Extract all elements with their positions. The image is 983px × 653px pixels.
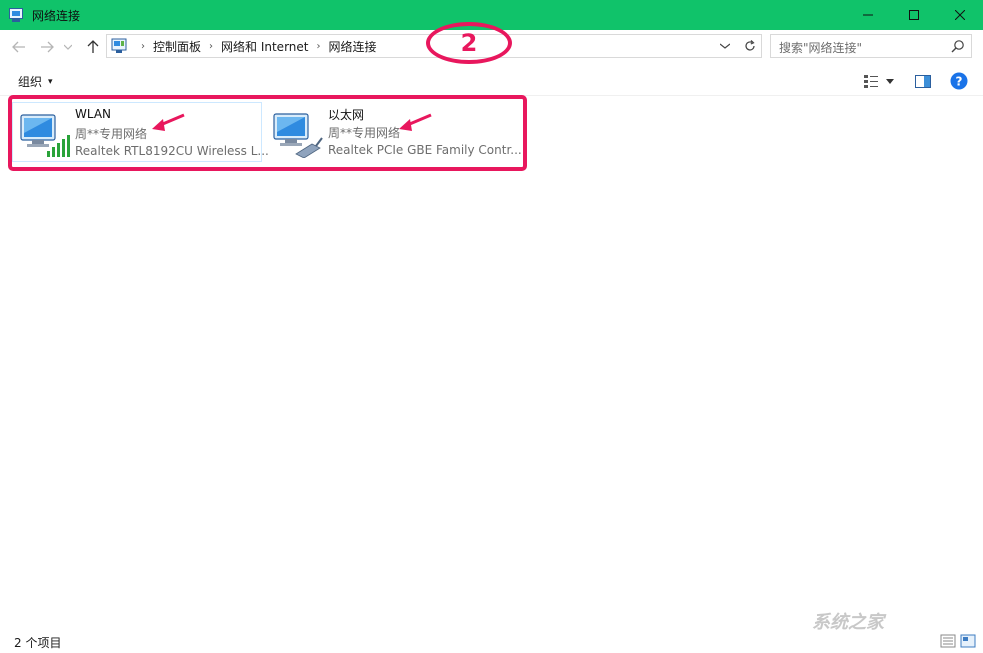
preview-pane-button[interactable] — [911, 71, 935, 91]
search-placeholder: 搜索"网络连接" — [779, 41, 863, 55]
command-toolbar: 组织 ▾ ? — [0, 66, 983, 96]
breadcrumb-separator[interactable]: › — [316, 41, 320, 52]
minimize-button[interactable] — [845, 0, 891, 30]
annotation-step-circle: 2 — [426, 22, 512, 64]
help-icon: ? — [950, 72, 968, 90]
large-icons-view-icon — [960, 634, 976, 648]
window-title: 网络连接 — [32, 8, 81, 23]
minimize-icon — [863, 14, 873, 16]
large-icons-view-button[interactable] — [960, 633, 976, 649]
chevron-down-icon — [64, 44, 72, 50]
change-view-button[interactable] — [859, 71, 883, 91]
control-panel-icon — [111, 38, 127, 54]
help-button[interactable]: ? — [947, 71, 971, 91]
recent-locations-button[interactable] — [62, 38, 74, 56]
svg-text:?: ? — [956, 75, 963, 89]
organize-label: 组织 — [18, 75, 43, 89]
forward-button[interactable] — [38, 38, 56, 56]
breadcrumb-separator: › — [141, 40, 145, 52]
refresh-button[interactable] — [738, 34, 762, 58]
caret-down-icon — [886, 78, 894, 84]
chevron-down-icon — [720, 43, 730, 49]
annotation-step-number: 2 — [460, 29, 478, 57]
close-button[interactable] — [937, 0, 983, 30]
breadcrumb-network-connections[interactable]: 网络连接 — [328, 38, 376, 55]
search-input[interactable]: 搜索"网络连接" — [770, 34, 972, 58]
annotation-arrow-icon — [152, 113, 185, 131]
connections-list: WLAN 周**专用网络 Realtek RTL8192CU Wireless … — [0, 97, 983, 627]
network-connections-app-icon — [8, 7, 24, 23]
address-history-button[interactable] — [714, 35, 736, 57]
details-view-icon — [940, 634, 956, 648]
breadcrumb-network-and-internet[interactable]: 网络和 Internet — [221, 38, 308, 55]
preview-pane-icon — [915, 74, 931, 88]
organize-menu-button[interactable]: 组织 ▾ — [18, 73, 53, 90]
back-button[interactable] — [10, 38, 28, 56]
refresh-icon — [744, 40, 755, 51]
breadcrumb-control-panel[interactable]: 控制面板 — [153, 38, 201, 55]
close-icon — [955, 10, 965, 20]
maximize-icon — [909, 10, 919, 20]
view-options-dropdown[interactable] — [883, 71, 897, 91]
caret-down-icon: ▾ — [48, 76, 53, 87]
up-arrow-icon — [87, 40, 99, 53]
item-count: 2 个项目 — [14, 636, 62, 650]
maximize-button[interactable] — [891, 0, 937, 30]
breadcrumb-separator[interactable]: › — [209, 41, 213, 52]
watermark-logo: 系统之家 — [812, 612, 884, 633]
details-view-button[interactable] — [940, 633, 956, 649]
forward-arrow-icon — [41, 41, 54, 53]
annotation-highlight-box — [8, 95, 527, 171]
back-arrow-icon — [12, 41, 25, 53]
up-button[interactable] — [84, 38, 102, 56]
search-icon[interactable] — [951, 39, 965, 53]
annotation-arrow-icon — [399, 113, 432, 131]
details-view-icon — [864, 75, 878, 88]
